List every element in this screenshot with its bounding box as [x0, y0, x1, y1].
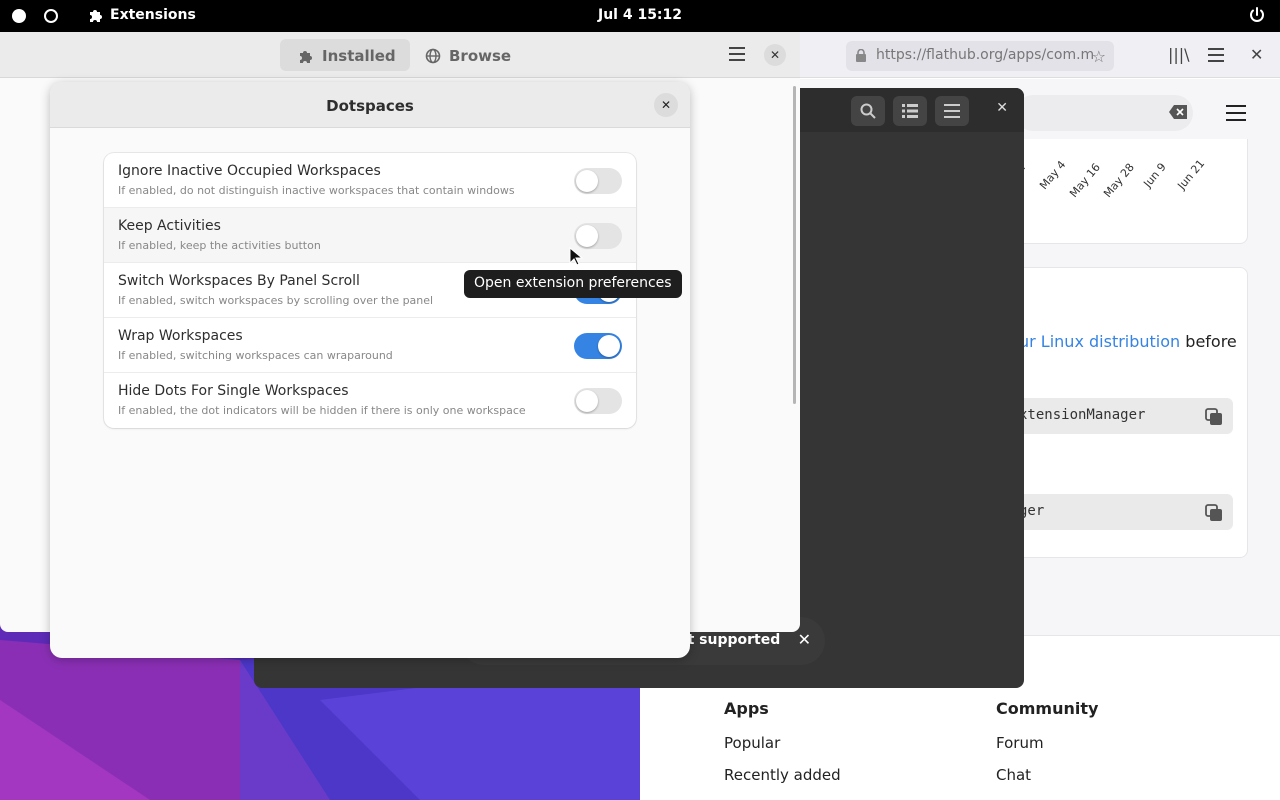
footer-link-chat[interactable]: Chat [996, 766, 1031, 784]
distribution-link[interactable]: ur Linux distribution [1019, 332, 1180, 351]
install-instructions-text: ur Linux distribution before [1019, 332, 1237, 351]
dialog-title: Dotspaces [326, 97, 414, 115]
browser-toolbar: https://flathub.org/apps/com.m ☆ |||\ ✕ [800, 32, 1280, 78]
row-title: Wrap Workspaces [118, 328, 243, 344]
pref-row-hide-dots[interactable]: Hide Dots For Single Workspaces If enabl… [104, 373, 636, 428]
close-icon[interactable]: ✕ [654, 93, 678, 117]
install-command: xtensionManager [1019, 407, 1146, 423]
install-instructions-card: ur Linux distribution before xtensionMan… [1000, 267, 1248, 558]
top-bar: Extensions Jul 4 15:12 [0, 0, 1280, 32]
menu-icon[interactable] [1208, 48, 1224, 62]
row-subtitle: If enabled, keep the activities button [118, 239, 321, 252]
menu-icon [944, 104, 960, 118]
toggle-switch[interactable] [574, 223, 622, 249]
run-command-box: ger [1001, 494, 1233, 530]
footer-link-recently-added[interactable]: Recently added [724, 766, 841, 784]
pref-row-ignore-inactive[interactable]: Ignore Inactive Occupied Workspaces If e… [104, 153, 636, 208]
toggle-switch[interactable] [574, 333, 622, 359]
tooltip: Open extension preferences [464, 270, 682, 298]
copy-icon[interactable] [1205, 504, 1223, 522]
globe-icon [425, 48, 441, 64]
power-icon[interactable] [1248, 6, 1266, 24]
mouse-cursor-icon [569, 247, 583, 266]
browser-close-icon[interactable]: ✕ [1250, 45, 1263, 64]
pref-row-keep-activities[interactable]: Keep Activities If enabled, keep the act… [104, 208, 636, 263]
row-title: Ignore Inactive Occupied Workspaces [118, 163, 381, 179]
row-title: Keep Activities [118, 218, 221, 234]
close-icon[interactable]: ✕ [996, 100, 1008, 116]
lock-icon [856, 49, 866, 62]
row-subtitle: If enabled, switching workspaces can wra… [118, 349, 393, 362]
toggle-switch[interactable] [574, 388, 622, 414]
search-button[interactable] [851, 96, 885, 126]
row-subtitle: If enabled, do not distinguish inactive … [118, 184, 515, 197]
puzzle-icon [90, 10, 102, 22]
workspace-dot-icon[interactable] [44, 9, 58, 23]
row-title: Switch Workspaces By Panel Scroll [118, 273, 360, 289]
footer-community-heading: Community [996, 699, 1099, 718]
chart-tick: Jun 9 [1141, 160, 1169, 190]
toast-message: ot supported [678, 632, 781, 648]
menu-icon[interactable] [729, 47, 745, 61]
toggle-switch[interactable] [574, 168, 622, 194]
footer-link-popular[interactable]: Popular [724, 734, 780, 752]
row-title: Hide Dots For Single Workspaces [118, 383, 349, 399]
main-menu-button[interactable] [935, 96, 969, 126]
preferences-dialog: Dotspaces ✕ Ignore Inactive Occupied Wor… [50, 82, 690, 658]
page-search-field[interactable] [1015, 95, 1193, 131]
tab-installed[interactable]: Installed [280, 39, 410, 71]
site-menu-icon[interactable] [1226, 105, 1246, 121]
scrollbar[interactable] [793, 86, 796, 404]
workspace-active-dot-icon[interactable] [12, 9, 26, 23]
url-text: https://flathub.org/apps/com.m [876, 47, 1095, 63]
dialog-header: Dotspaces ✕ [50, 82, 690, 128]
tab-browse[interactable]: Browse [407, 39, 525, 71]
chart-tick: May 28 [1101, 160, 1137, 200]
stats-chart-card: 22 May 4 May 16 May 28 Jun 9 Jun 21 [1000, 139, 1248, 244]
app-name: Extensions [110, 7, 196, 23]
bookmark-star-icon[interactable]: ☆ [1092, 47, 1106, 66]
app-menu[interactable]: Extensions [88, 7, 196, 23]
footer-link-forum[interactable]: Forum [996, 734, 1044, 752]
copy-icon[interactable] [1205, 408, 1223, 426]
chart-tick: May 16 [1067, 160, 1103, 200]
list-icon [902, 104, 918, 118]
library-icon[interactable]: |||\ [1168, 45, 1190, 64]
chart-tick: May 4 [1037, 158, 1069, 192]
row-subtitle: If enabled, switch workspaces by scrolli… [118, 294, 434, 307]
chart-tick: Jun 21 [1175, 157, 1208, 192]
list-view-button[interactable] [893, 96, 927, 126]
install-command-box: xtensionManager [1001, 398, 1233, 434]
row-subtitle: If enabled, the dot indicators will be h… [118, 404, 526, 417]
extensions-header: Installed Browse ✕ [0, 32, 800, 78]
url-bar[interactable]: https://flathub.org/apps/com.m ☆ [846, 41, 1114, 71]
clear-search-icon[interactable] [1169, 105, 1187, 119]
search-icon [860, 103, 876, 119]
footer-apps-heading: Apps [724, 699, 769, 718]
close-icon[interactable]: ✕ [764, 44, 786, 66]
pref-row-wrap-workspaces[interactable]: Wrap Workspaces If enabled, switching wo… [104, 318, 636, 373]
toast-dismiss-icon[interactable]: ✕ [798, 630, 811, 649]
puzzle-icon [300, 51, 312, 63]
